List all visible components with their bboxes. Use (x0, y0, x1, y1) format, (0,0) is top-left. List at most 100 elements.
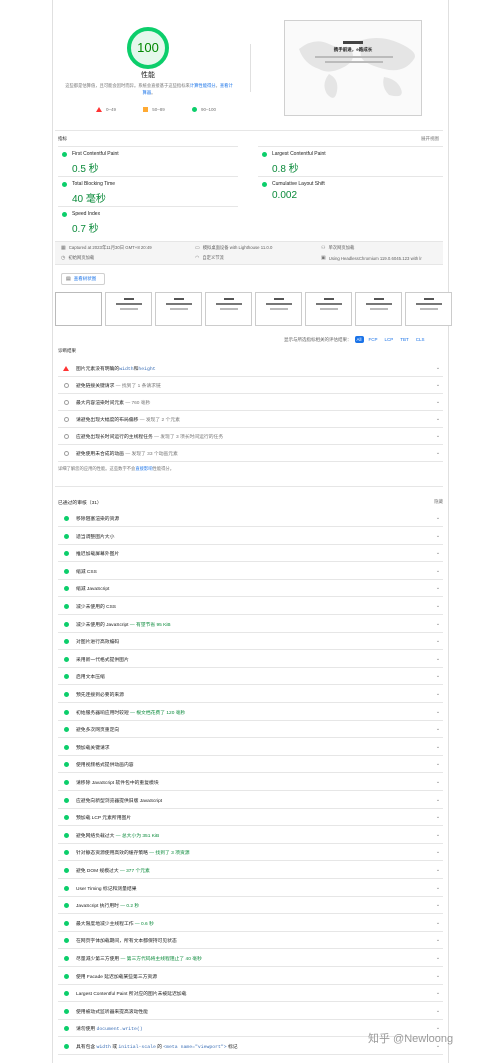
audit-row[interactable]: 缩减 CSS ⌄ (58, 563, 443, 580)
chevron-down-icon[interactable]: ⌄ (433, 814, 443, 820)
audit-row[interactable]: 预加载关键请求 ⌄ (58, 739, 443, 756)
filmstrip-frame[interactable] (255, 292, 302, 326)
chevron-down-icon[interactable]: ⌄ (433, 515, 443, 521)
chevron-down-icon[interactable]: ⌄ (433, 973, 443, 979)
chevron-down-icon[interactable]: ⌄ (433, 1008, 443, 1014)
chevron-down-icon[interactable]: ⌄ (433, 726, 443, 732)
pass-icon (63, 726, 69, 732)
filter-chip-tbt[interactable]: TBT (398, 336, 411, 343)
audit-row[interactable]: 避免多次网页重定向 ⌄ (58, 721, 443, 738)
filmstrip-frame[interactable] (405, 292, 452, 326)
score-legend: 0–49 50–89 90–100 (96, 107, 216, 112)
audit-row[interactable]: 应避免出现长时间运行的主线程任务 — 发现了 3 项长时间运行的任务 ⌄ (58, 428, 443, 445)
hide-toggle[interactable]: 隐藏 (434, 499, 443, 505)
chevron-down-icon[interactable]: ⌄ (433, 603, 443, 609)
audit-row[interactable]: 避免链接关键请求 — 找到了 1 条请求链 ⌄ (58, 377, 443, 394)
chevron-down-icon[interactable]: ⌄ (433, 585, 443, 591)
filter-chip-cls[interactable]: CLS (414, 336, 427, 343)
audit-row[interactable]: Largest Contentful Paint 所对应的图片未被延迟加载 ⌄ (58, 985, 443, 1002)
audit-title: 启用文本压缩 (76, 674, 105, 680)
chevron-down-icon[interactable]: ⌄ (433, 937, 443, 943)
audit-row[interactable]: 避免 DOM 规模过大 — 377 个元素 ⌄ (58, 862, 443, 879)
chevron-down-icon[interactable]: ⌄ (433, 416, 443, 422)
chevron-down-icon[interactable]: ⌄ (433, 867, 443, 873)
audit-row[interactable]: 预先连接到必要的来源 ⌄ (58, 686, 443, 703)
audit-row[interactable]: 应避免向新型浏览器提供旧版 JavaScript ⌄ (58, 792, 443, 809)
chevron-down-icon[interactable]: ⌄ (433, 885, 443, 891)
laptop-icon: ▭ (195, 245, 200, 251)
chevron-down-icon[interactable]: ⌄ (433, 533, 443, 539)
filmstrip-frame[interactable] (305, 292, 352, 326)
audit-row[interactable]: 缩减 JavaScript ⌄ (58, 580, 443, 597)
audit-row[interactable]: 适当调整图片大小 ⌄ (58, 528, 443, 545)
calc-score-link[interactable]: 计算性能得分 (190, 83, 216, 88)
metric-fcp: First Contentful Paint 0.5 秒 (62, 151, 232, 175)
world-map-graphic (299, 37, 415, 98)
audit-row[interactable]: 最大内容渲染时间元素 — 760 毫秒 ⌄ (58, 394, 443, 411)
audit-row[interactable]: 推迟加载屏幕外图片 ⌄ (58, 545, 443, 562)
filmstrip-frame[interactable] (355, 292, 402, 326)
chevron-down-icon[interactable]: ⌄ (433, 365, 443, 371)
metric-name: Largest Contentful Paint (272, 151, 326, 157)
chevron-down-icon[interactable]: ⌄ (433, 955, 443, 961)
chevron-down-icon[interactable]: ⌄ (433, 920, 443, 926)
chevron-down-icon[interactable]: ⌄ (433, 990, 443, 996)
filter-chip-fcp[interactable]: FCP (367, 336, 380, 343)
chevron-down-icon[interactable]: ⌄ (433, 450, 443, 456)
filter-chip-lcp[interactable]: LCP (383, 336, 396, 343)
audit-row[interactable]: JavaScript 执行用时 — 0.2 秒 ⌄ (58, 897, 443, 914)
chevron-down-icon[interactable]: ⌄ (433, 761, 443, 767)
square-icon (143, 107, 149, 112)
chevron-down-icon[interactable]: ⌄ (433, 656, 443, 662)
audit-row[interactable]: 图片元素没有明确的width和height ⌄ (58, 360, 443, 377)
audit-row[interactable]: 最大限度地减少主线程工作 — 0.6 秒 ⌄ (58, 915, 443, 932)
audit-row[interactable]: 使用被动式监听器来提高滚动性能 ⌄ (58, 1003, 443, 1020)
audit-row[interactable]: 启用文本压缩 ⌄ (58, 668, 443, 685)
chevron-down-icon[interactable]: ⌄ (433, 691, 443, 697)
audit-row[interactable]: 对图片进行高效编码 ⌄ (58, 633, 443, 650)
view-treemap-button[interactable]: ▤ 查看树状图 (61, 273, 105, 285)
audit-row[interactable]: 使用视频格式提供动画内容 ⌄ (58, 756, 443, 773)
filmstrip-frame[interactable] (55, 292, 102, 326)
chevron-down-icon[interactable]: ⌄ (433, 832, 443, 838)
audit-row[interactable]: User Timing 标记和测量结果 ⌄ (58, 880, 443, 897)
audit-row[interactable]: 采用新一代格式提供图片 ⌄ (58, 651, 443, 668)
audit-row[interactable]: 避免使用未合成的动画 — 发现了 33 个动画元素 ⌄ (58, 445, 443, 462)
audit-row[interactable]: 预加载 LCP 元素所用图片 ⌄ (58, 809, 443, 826)
audit-row[interactable]: 移除阻塞渲染的资源 ⌄ (58, 510, 443, 527)
filmstrip-frame[interactable] (105, 292, 152, 326)
chevron-down-icon[interactable]: ⌄ (433, 382, 443, 388)
audit-row[interactable]: 避免网络负载过大 — 总大小为 351 KiB ⌄ (58, 827, 443, 844)
audit-row[interactable]: 请避免出现大幅度的布局偏移 — 发现了 2 个元素 ⌄ (58, 411, 443, 428)
chevron-down-icon[interactable]: ⌄ (433, 621, 443, 627)
audit-row[interactable]: 减少未使用的 CSS ⌄ (58, 598, 443, 615)
chevron-down-icon[interactable]: ⌄ (433, 797, 443, 803)
chevron-down-icon[interactable]: ⌄ (433, 399, 443, 405)
chevron-down-icon[interactable]: ⌄ (433, 902, 443, 908)
chevron-down-icon[interactable]: ⌄ (433, 779, 443, 785)
chevron-down-icon[interactable]: ⌄ (433, 550, 443, 556)
final-screenshot[interactable]: 携手前进，e路成长 (284, 20, 422, 116)
chevron-down-icon[interactable]: ⌄ (433, 849, 443, 855)
filter-chip-all[interactable]: All (354, 336, 364, 343)
direct-impact-link[interactable]: 直接影响 (135, 466, 152, 471)
chevron-down-icon[interactable]: ⌄ (433, 568, 443, 574)
audit-row[interactable]: 尽量减少第三方使用 — 第三方代码将主线程阻止了 40 毫秒 ⌄ (58, 950, 443, 967)
audit-row[interactable]: 使用 Facade 延迟加载某些第三方资源 ⌄ (58, 968, 443, 985)
audit-row[interactable]: 在网页字体加载期间，所有文本都保持可见状态 ⌄ (58, 932, 443, 949)
audit-detail: — 根文档花费了 120 毫秒 (128, 710, 186, 716)
expand-view-toggle[interactable]: 展开视图 (421, 136, 439, 142)
audit-row[interactable]: 初始服务器响应用时较短 — 根文档花费了 120 毫秒 ⌄ (58, 704, 443, 721)
audit-row[interactable]: 减少未使用的 JavaScript — 有望节省 95 KiB ⌄ (58, 616, 443, 633)
audit-row[interactable]: 请移除 JavaScript 软件包中的重复模块 ⌄ (58, 774, 443, 791)
note-text: 详细了解您的应用的性能。这些数字不会 (58, 466, 136, 471)
audit-row[interactable]: 针对静态资源使用高效的缓存策略 — 找到了 3 项资源 ⌄ (58, 844, 443, 861)
chevron-down-icon[interactable]: ⌄ (433, 433, 443, 439)
filmstrip-frame[interactable] (205, 292, 252, 326)
chevron-down-icon[interactable]: ⌄ (433, 673, 443, 679)
filmstrip-frame[interactable] (155, 292, 202, 326)
chevron-down-icon[interactable]: ⌄ (433, 744, 443, 750)
divider (55, 486, 443, 487)
chevron-down-icon[interactable]: ⌄ (433, 709, 443, 715)
chevron-down-icon[interactable]: ⌄ (433, 638, 443, 644)
